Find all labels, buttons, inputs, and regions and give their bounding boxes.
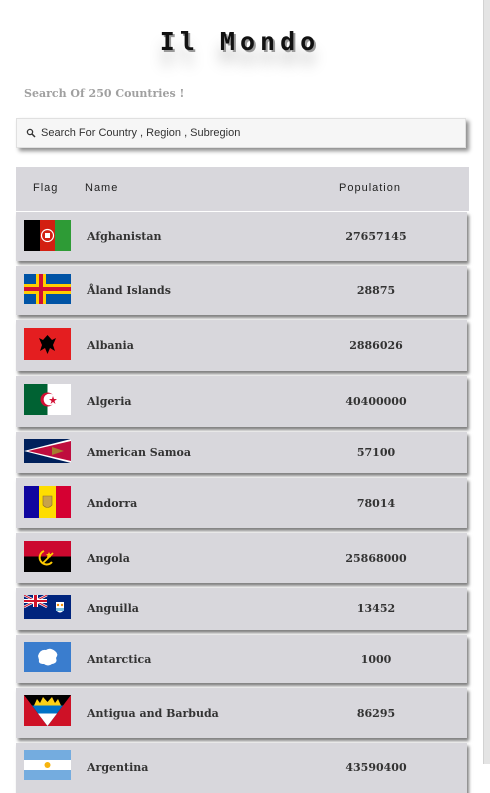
- country-population: 2886026: [349, 339, 403, 352]
- andorra-flag-icon: [24, 486, 71, 518]
- country-name: Albania: [87, 339, 134, 352]
- country-population: 40400000: [345, 395, 407, 408]
- table-row[interactable]: American Samoa 57100: [16, 432, 467, 473]
- app-title: Il Mondo: [159, 27, 321, 56]
- column-header-name: Name: [85, 182, 119, 194]
- country-population: 57100: [356, 446, 396, 459]
- american-samoa-flag-icon: [24, 439, 71, 463]
- argentina-flag-icon: [24, 750, 71, 780]
- country-name: Afghanistan: [87, 230, 162, 243]
- table-row[interactable]: Argentina 43590400: [16, 743, 467, 793]
- country-population: 1000: [360, 653, 392, 666]
- country-population: 43590400: [345, 761, 407, 774]
- country-count-subtitle: Search Of 250 Countries !: [24, 87, 185, 100]
- afghanistan-flag-icon: [24, 220, 71, 251]
- anguilla-flag-icon: [24, 595, 71, 619]
- country-name: Åland Islands: [87, 284, 171, 297]
- country-name: Argentina: [87, 761, 149, 774]
- table-row[interactable]: Antarctica 1000: [16, 635, 467, 683]
- table-row[interactable]: Algeria 40400000: [16, 376, 467, 427]
- table-row[interactable]: Andorra 78014: [16, 478, 467, 528]
- table-row[interactable]: Afghanistan 27657145: [16, 212, 467, 261]
- country-population: 28875: [356, 284, 396, 297]
- antarctica-flag-icon: [24, 642, 71, 672]
- table-row[interactable]: Antigua and Barbuda 86295: [16, 688, 467, 738]
- antigua-flag-icon: [24, 695, 71, 726]
- column-header-flag: Flag: [33, 182, 59, 194]
- table-row[interactable]: Anguilla 13452: [16, 588, 467, 630]
- table-header: Flag Name Population: [16, 167, 469, 211]
- search-bar[interactable]: [16, 118, 466, 148]
- country-population: 86295: [356, 707, 396, 720]
- country-name: Anguilla: [87, 602, 139, 615]
- table-row[interactable]: Åland Islands 28875: [16, 266, 467, 315]
- albania-flag-icon: [24, 328, 71, 360]
- column-header-population: Population: [339, 182, 401, 194]
- country-population: 25868000: [345, 552, 407, 565]
- angola-flag-icon: [24, 541, 71, 572]
- country-name: American Samoa: [87, 446, 191, 459]
- country-name: Angola: [87, 552, 130, 565]
- algeria-flag-icon: [24, 384, 71, 415]
- country-name: Antigua and Barbuda: [87, 707, 219, 720]
- country-name: Algeria: [87, 395, 132, 408]
- search-input[interactable]: [41, 127, 441, 139]
- country-population: 78014: [356, 497, 396, 510]
- country-name: Antarctica: [87, 653, 152, 666]
- table-row[interactable]: Albania 2886026: [16, 320, 467, 371]
- table-row[interactable]: Angola 25868000: [16, 533, 467, 583]
- aland-flag-icon: [24, 274, 71, 304]
- country-population: 27657145: [345, 230, 407, 243]
- country-population: 13452: [356, 602, 396, 615]
- search-icon: [26, 128, 36, 138]
- country-name: Andorra: [87, 497, 138, 510]
- scrollbar[interactable]: [483, 0, 490, 764]
